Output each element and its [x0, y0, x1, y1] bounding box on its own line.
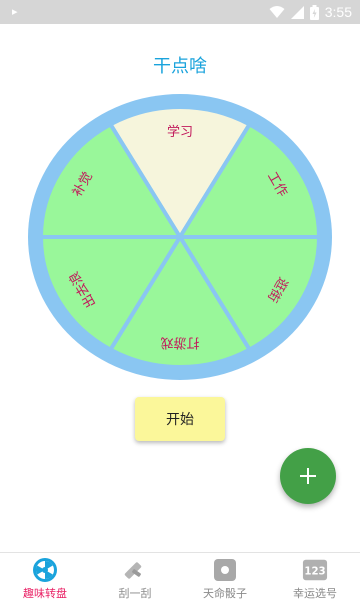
page-title: 干点啥 [153, 56, 207, 77]
spin-wheel[interactable]: 学习工作逛街打游戏出去浪补觉 [24, 92, 336, 382]
plus-icon [300, 468, 316, 484]
wheel-icon [32, 557, 58, 583]
status-bar: ▸ 3:55 [0, 0, 360, 24]
nav-label: 趣味转盘 [23, 587, 67, 600]
notification-icon: ▸ [12, 5, 18, 18]
svg-text:123: 123 [304, 567, 325, 578]
nav-label: 刮一刮 [118, 587, 152, 600]
nav-item-wheel[interactable]: 趣味转盘 [0, 553, 90, 600]
nav-label: 幸运选号 [293, 587, 337, 600]
wheel-segments [39, 105, 321, 369]
clock: 3:55 [324, 4, 352, 20]
wheel-segment-label: 打游戏 [160, 334, 199, 349]
wheel-segment-label: 学习 [167, 124, 193, 140]
dice-icon [212, 557, 238, 583]
number-icon: 123 [302, 557, 328, 583]
wifi-icon [269, 6, 285, 18]
cellular-icon [290, 5, 304, 19]
nav-item-number[interactable]: 123 幸运选号 [270, 553, 360, 600]
start-button[interactable]: 开始 [135, 397, 225, 441]
nav-item-dice[interactable]: 天命骰子 [180, 553, 270, 600]
nav-item-scratch[interactable]: 刮一刮 [90, 553, 180, 600]
status-icons: 3:55 [269, 2, 352, 22]
add-button[interactable] [280, 448, 336, 504]
bottom-nav: 趣味转盘 刮一刮 天命骰子 123 幸运选号 [0, 552, 360, 600]
battery-icon [309, 4, 319, 20]
nav-label: 天命骰子 [203, 587, 247, 600]
scratch-icon [122, 557, 148, 583]
